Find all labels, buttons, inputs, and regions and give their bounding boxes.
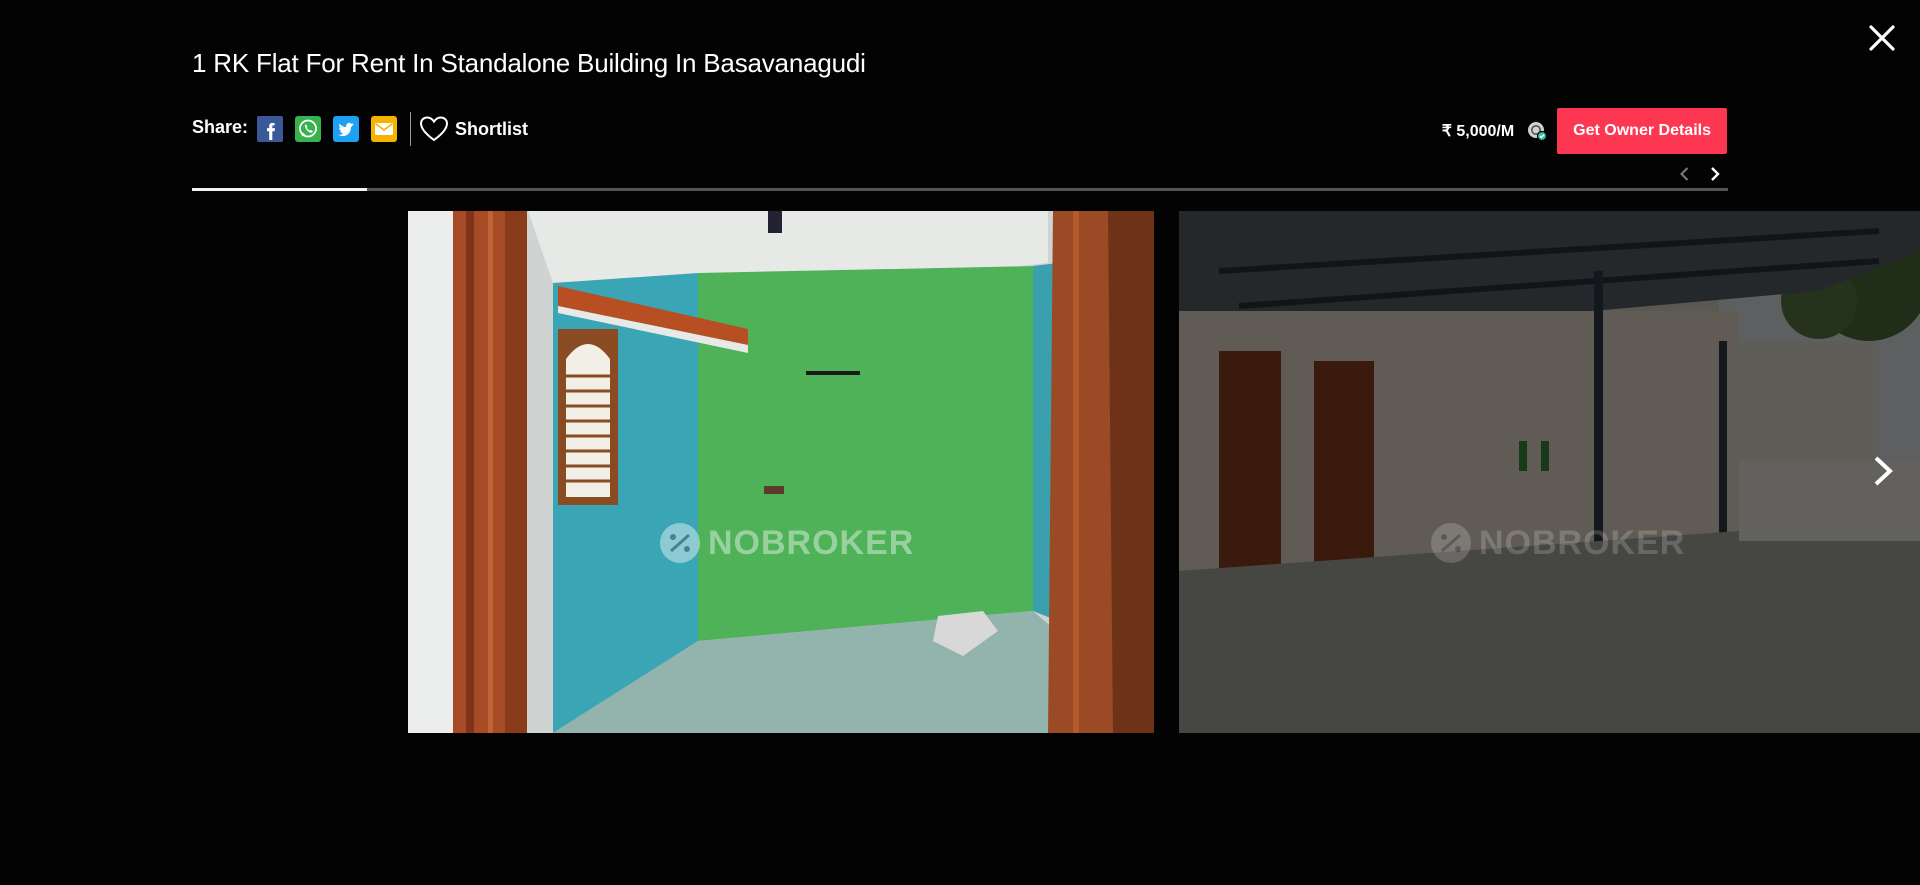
get-owner-details-button[interactable]: Get Owner Details [1557, 108, 1727, 154]
gallery-progress [192, 188, 1728, 191]
facebook-icon[interactable] [256, 115, 284, 143]
close-button[interactable] [1862, 18, 1902, 58]
twitter-icon[interactable] [332, 115, 360, 143]
close-icon [1869, 25, 1895, 51]
listing-title: 1 RK Flat For Rent In Standalone Buildin… [192, 48, 866, 78]
chevron-left-icon [1680, 167, 1689, 181]
chevron-right-icon [1711, 167, 1720, 181]
share-bar: Share: Shortlist [192, 112, 528, 146]
price-info-icon[interactable] [1526, 120, 1548, 142]
share-label: Share: [192, 116, 249, 137]
thumb-prev-button[interactable] [1674, 163, 1696, 185]
thumb-next-button[interactable] [1704, 163, 1726, 185]
heart-icon [420, 116, 449, 142]
email-icon[interactable] [370, 115, 398, 143]
nobroker-watermark: NOBROKER [658, 521, 914, 565]
chevron-right-icon [1874, 456, 1893, 486]
share-divider [410, 112, 412, 146]
gallery-slide-next[interactable]: NOBROKER [1179, 211, 1920, 733]
nobroker-watermark-2: NOBROKER [1429, 521, 1685, 565]
gallery-modal: 1 RK Flat For Rent In Standalone Buildin… [0, 0, 1920, 885]
gallery-next-button[interactable] [1864, 448, 1902, 494]
rent-price: ₹ 5,000/M [1441, 123, 1515, 140]
price-area: ₹ 5,000/M Get Owner Details [1442, 108, 1727, 154]
shortlist-button[interactable]: Shortlist [419, 115, 528, 143]
inactive-slide-overlay [1179, 211, 1920, 733]
gallery-progress-fill [192, 188, 368, 191]
shortlist-label: Shortlist [455, 118, 529, 139]
whatsapp-icon[interactable] [294, 115, 322, 143]
gallery-slide-active[interactable]: NOBROKER [408, 211, 1154, 733]
room-photo [408, 211, 1154, 733]
